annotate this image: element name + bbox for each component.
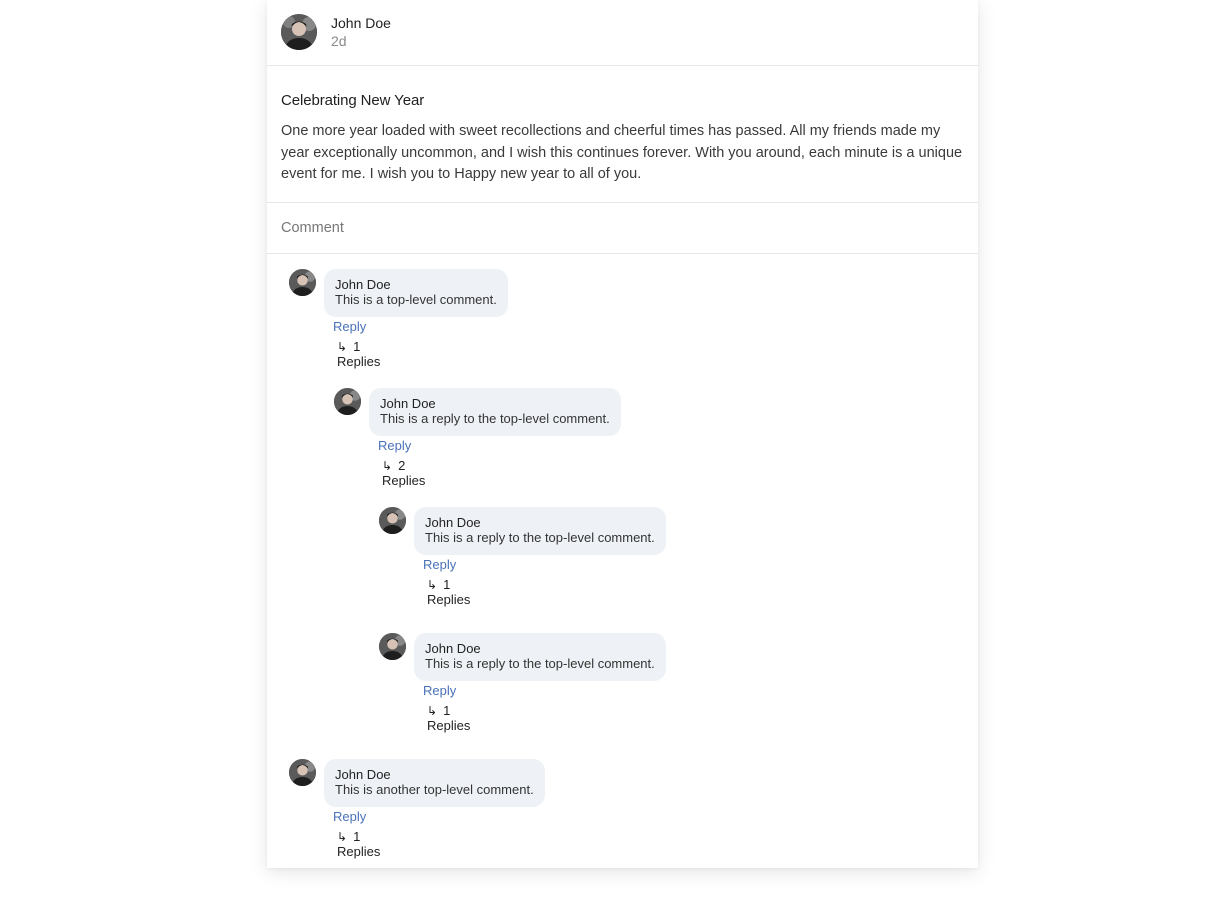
commenter-avatar[interactable] (334, 387, 361, 415)
reply-arrow-icon: ↳ (337, 339, 348, 354)
post-text: One more year loaded with sweet recollec… (281, 123, 963, 182)
commenter-avatar[interactable] (289, 758, 316, 786)
commenter-avatar[interactable] (289, 268, 316, 296)
reply-arrow-icon: ↳ (337, 829, 348, 844)
reply-arrow-icon: ↳ (427, 577, 438, 592)
commenter-avatar[interactable] (379, 632, 406, 660)
comment-input-placeholder: Comment (281, 219, 344, 236)
post-body: Celebrating New Year One more year loade… (267, 66, 978, 203)
view-replies-toggle[interactable]: ↳ 1 Replies (427, 577, 470, 607)
reply-arrow-icon: ↳ (382, 458, 393, 473)
comment-text: This is a reply to the top-level comment… (380, 410, 610, 426)
reply-link[interactable]: Reply (333, 319, 366, 334)
view-replies-toggle[interactable]: ↳ 2 Replies (382, 458, 425, 488)
comment-author[interactable]: John Doe (425, 641, 655, 656)
comment-bubble: John Doe This is another top-level comme… (324, 758, 545, 807)
post-title: Celebrating New Year (281, 92, 425, 109)
comment-text: This is another top-level comment. (335, 781, 534, 797)
post-timestamp: 2d (331, 33, 347, 49)
comment-text: This is a top-level comment. (335, 291, 497, 307)
view-replies-toggle[interactable]: ↳ 1 Replies (337, 339, 380, 369)
comment-author[interactable]: John Doe (335, 277, 497, 292)
post-card: John Doe 2d Celebrating New Year One mor… (267, 0, 978, 868)
comment-bubble: John Doe This is a reply to the top-leve… (369, 387, 621, 436)
comment-text: This is a reply to the top-level comment… (425, 655, 655, 671)
comment-author[interactable]: John Doe (425, 515, 655, 530)
commenter-avatar[interactable] (379, 506, 406, 534)
view-replies-toggle[interactable]: ↳ 1 Replies (337, 829, 380, 859)
comment-text: This is a reply to the top-level comment… (425, 529, 655, 545)
reply-link[interactable]: Reply (423, 557, 456, 572)
view-replies-toggle[interactable]: ↳ 1 Replies (427, 703, 470, 733)
reply-link[interactable]: Reply (423, 683, 456, 698)
comment-bubble: John Doe This is a top-level comment. (324, 268, 508, 317)
comment-input[interactable]: Comment (267, 203, 978, 254)
post-header: John Doe 2d (267, 0, 978, 66)
reply-link[interactable]: Reply (378, 438, 411, 453)
comment-author[interactable]: John Doe (335, 767, 534, 782)
reply-link[interactable]: Reply (333, 809, 366, 824)
comment-bubble: John Doe This is a reply to the top-leve… (414, 506, 666, 555)
author-avatar[interactable] (281, 14, 317, 50)
reply-arrow-icon: ↳ (427, 703, 438, 718)
comment-author[interactable]: John Doe (380, 396, 610, 411)
comment-bubble: John Doe This is a reply to the top-leve… (414, 632, 666, 681)
post-author-name[interactable]: John Doe (331, 15, 391, 31)
